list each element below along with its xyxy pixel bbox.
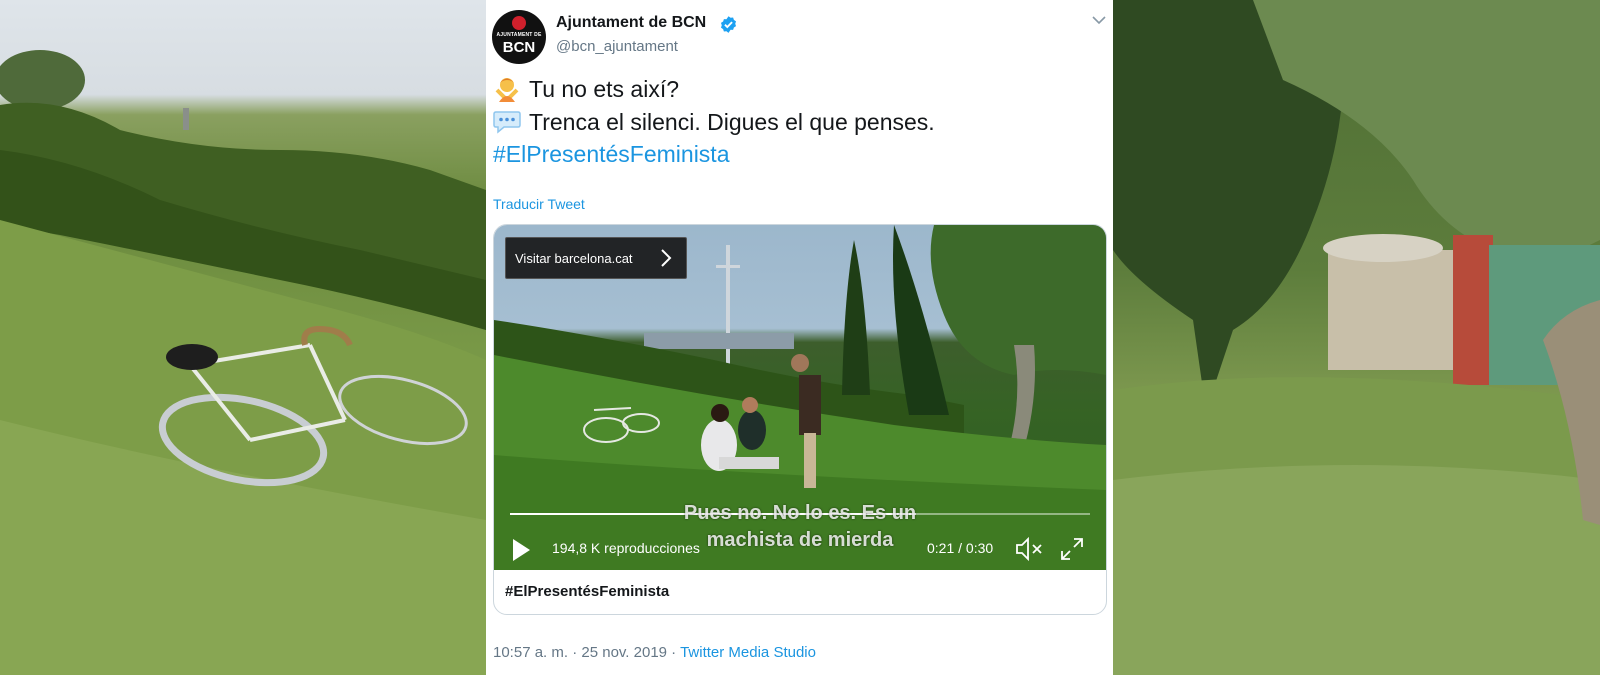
view-count: 194,8 K reproducciones [552, 540, 700, 556]
mute-icon[interactable] [1015, 536, 1045, 562]
tweet-card: AJUNTAMENT DE BCN Ajuntament de BCN @bcn… [486, 0, 1113, 675]
tweet-text-line-2-label: Trenca el silenci. Digues el que penses. [529, 109, 935, 135]
video-subtitle-line-1: Pues no. No lo es. Es un [683, 502, 917, 524]
background-photo-left [0, 0, 486, 675]
verified-badge-icon [720, 16, 737, 33]
author-handle[interactable]: @bcn_ajuntament [556, 38, 678, 55]
visit-website-button[interactable]: Visitar barcelona.cat [505, 237, 687, 279]
media-card-title[interactable]: #ElPresentésFeminista [505, 583, 669, 600]
avatar-text-big: BCN [502, 39, 536, 56]
tweet-metadata: 10:57 a. m. · 25 nov. 2019 · Twitter Med… [493, 644, 816, 661]
tweet-source-link[interactable]: Twitter Media Studio [680, 644, 816, 661]
person-gesturing-no-icon [495, 78, 519, 102]
tweet-text-line-1: Tu no ets així? [493, 76, 679, 103]
avatar[interactable]: AJUNTAMENT DE BCN [492, 10, 546, 64]
video-time: 0:21 / 0:30 [927, 540, 994, 556]
background-photo-right [1113, 0, 1600, 675]
visit-website-label: Visitar barcelona.cat [515, 251, 633, 266]
speech-balloon-icon [493, 111, 521, 134]
tweet-timestamp[interactable]: 10:57 a. m. · 25 nov. 2019 [493, 644, 667, 661]
chevron-down-icon[interactable] [1092, 14, 1106, 26]
video-player[interactable]: Visitar barcelona.cat Pues no. No lo es.… [494, 225, 1106, 570]
chevron-right-icon [661, 249, 672, 267]
tweet-text-line-2: Trenca el silenci. Digues el que penses. [493, 109, 935, 136]
author-name[interactable]: Ajuntament de BCN [556, 14, 706, 32]
tweet-text-line-1-label: Tu no ets així? [529, 76, 680, 102]
translate-tweet-link[interactable]: Traducir Tweet [493, 196, 585, 212]
city-crest-icon [512, 16, 526, 30]
avatar-text-small: AJUNTAMENT DE [496, 32, 542, 38]
hashtag-link[interactable]: #ElPresentésFeminista [493, 141, 730, 168]
meta-separator: · [667, 644, 681, 661]
media-card[interactable]: Visitar barcelona.cat Pues no. No lo es.… [493, 224, 1107, 615]
play-icon[interactable] [510, 537, 532, 563]
fullscreen-icon[interactable] [1060, 537, 1084, 561]
